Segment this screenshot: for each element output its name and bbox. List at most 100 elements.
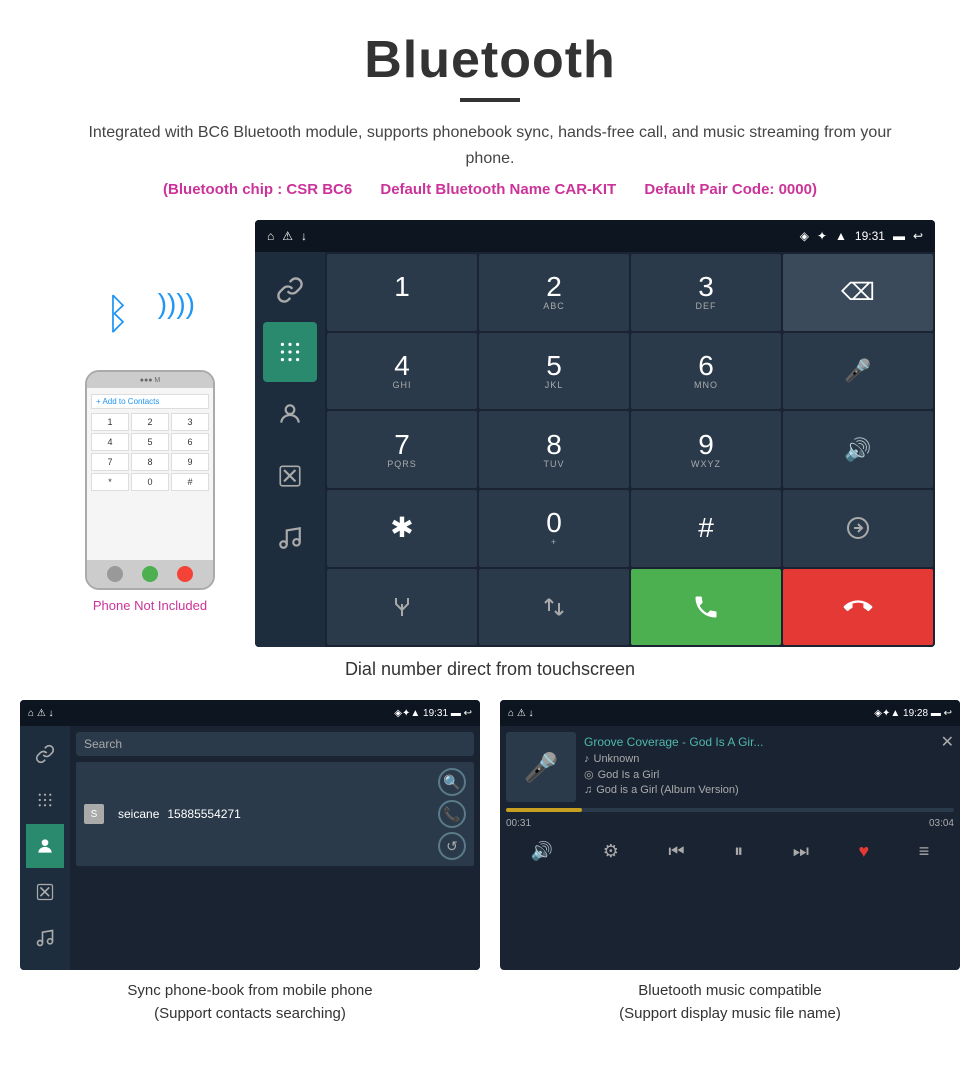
phone-bottom-bar — [87, 560, 213, 588]
phonebook-screen: ⌂ ⚠ ↓ ◈✦▲ 19:31 ▬ ↩ — [20, 700, 480, 970]
phone-top-bar: ●●● M — [87, 372, 213, 388]
dial-key-1[interactable]: 1 — [327, 254, 477, 331]
wifi-waves-icon: )))) — [158, 288, 195, 320]
music-caption: Bluetooth music compatible (Support disp… — [500, 980, 960, 1025]
bluetooth-icon-area: ᛒ )))) — [95, 280, 205, 360]
phonebook-action-icons: 🔍 📞 ↺ — [438, 768, 466, 860]
phonebook-content: Search S seicane 15885554271 🔍 📞 ↺ — [70, 726, 480, 970]
prev-btn[interactable]: ⏮ — [668, 841, 684, 862]
ms-status-right: ◈✦▲ 19:28 ▬ ↩ — [874, 708, 952, 719]
car-side-dialpad-btn[interactable] — [263, 322, 317, 382]
car-status-bar: ⌂ ⚠ ↓ ◈ ✦ ▲ 19:31 ▬ ↩ — [255, 220, 935, 252]
dial-key-transfer[interactable] — [783, 490, 933, 567]
dial-key-0[interactable]: 0 + — [479, 490, 629, 567]
pb-status-left: ⌂ ⚠ ↓ — [28, 708, 54, 719]
track-album-line: ◎ God Is a Girl — [584, 768, 933, 781]
phone-key-1: 1 — [91, 413, 129, 431]
phone-key-0: 0 — [131, 473, 169, 491]
phone-key-9: 9 — [171, 453, 209, 471]
volume-btn[interactable]: 🔊 — [531, 841, 553, 862]
spec-name: Default Bluetooth Name CAR-KIT — [380, 181, 616, 198]
dial-key-mute[interactable]: 🎤 — [783, 333, 933, 410]
dial-key-star[interactable]: ✱ — [327, 490, 477, 567]
dial-key-6[interactable]: 6 MNO — [631, 333, 781, 410]
time-row: 00:31 03:04 — [506, 818, 954, 829]
dial-key-volume[interactable]: 🔊 — [783, 411, 933, 488]
back-icon[interactable]: ↩ — [913, 229, 923, 243]
pb-contacts-btn[interactable] — [26, 824, 64, 868]
phone-keypad: 1 2 3 4 5 6 7 8 9 * 0 # — [91, 413, 209, 491]
phone-screen: + Add to Contacts 1 2 3 4 5 6 7 8 9 * 0 … — [87, 388, 213, 560]
dial-key-merge[interactable] — [327, 569, 477, 646]
dial-key-2[interactable]: 2 ABC — [479, 254, 629, 331]
equalizer-btn[interactable]: ⚙ — [603, 841, 619, 862]
music-controls: 🔊 ⚙ ⏮ ⏸ ⏭ ♥ ≡ — [506, 837, 954, 866]
title-divider — [460, 98, 520, 102]
dial-key-hash[interactable]: # — [631, 490, 781, 567]
call-contact-icon[interactable]: 📞 — [438, 800, 466, 828]
usb-icon: ↓ — [301, 229, 307, 243]
subtitle: Integrated with BC6 Bluetooth module, su… — [80, 120, 900, 171]
phonebook-sidebar — [20, 726, 70, 970]
playlist-btn[interactable]: ≡ — [919, 841, 930, 862]
dial-key-5[interactable]: 5 JKL — [479, 333, 629, 410]
phone-btn-camera — [107, 566, 123, 582]
dial-key-7[interactable]: 7 PQRS — [327, 411, 477, 488]
contact-initial: S — [84, 804, 104, 824]
favorite-btn[interactable]: ♥ — [858, 841, 869, 862]
play-pause-btn[interactable]: ⏸ — [734, 841, 743, 862]
search-contact-icon[interactable]: 🔍 — [438, 768, 466, 796]
pb-music-btn[interactable] — [26, 916, 64, 960]
pb-dialpad-btn[interactable] — [26, 778, 64, 822]
contact-info: S seicane 15885554271 — [84, 804, 438, 824]
progress-fill — [506, 808, 582, 812]
pb-link-btn[interactable] — [26, 732, 64, 776]
pb-recents-btn[interactable] — [26, 870, 64, 914]
phone-key-star: * — [91, 473, 129, 491]
car-side-music-btn[interactable] — [263, 508, 317, 568]
search-bar[interactable]: Search — [76, 732, 474, 756]
dial-key-4[interactable]: 4 GHI — [327, 333, 477, 410]
page-title: Bluetooth — [0, 0, 980, 98]
phone-not-included-label: Phone Not Included — [93, 598, 207, 613]
specs-line: (Bluetooth chip : CSR BC6 Default Blueto… — [0, 181, 980, 198]
dial-key-backspace[interactable]: ⌫ — [783, 254, 933, 331]
album-art: 🎤 — [506, 732, 576, 802]
phone-key-2: 2 — [131, 413, 169, 431]
car-main-area: 1 2 ABC 3 DEF ⌫ 4 GHI — [255, 252, 935, 647]
music-content: 🎤 Groove Coverage - God Is A Gir... ♪ Un… — [500, 726, 960, 872]
home-icon: ⌂ — [267, 229, 274, 243]
phone-btn-endcall — [177, 566, 193, 582]
contact-name: seicane — [118, 807, 159, 821]
contact-row[interactable]: S seicane 15885554271 🔍 📞 ↺ — [76, 762, 474, 866]
next-btn[interactable]: ⏭ — [793, 841, 809, 862]
track-info: Groove Coverage - God Is A Gir... ♪ Unkn… — [576, 735, 941, 799]
main-screen-row: ᛒ )))) ●●● M + Add to Contacts 1 2 3 4 5… — [0, 220, 980, 647]
battery-icon: ▬ — [893, 229, 905, 243]
phone-key-hash: # — [171, 473, 209, 491]
bluetooth-symbol-icon: ᛒ — [105, 290, 130, 338]
phone-mockup: ●●● M + Add to Contacts 1 2 3 4 5 6 7 8 … — [85, 370, 215, 590]
phone-add-contact-label: + Add to Contacts — [91, 394, 209, 409]
artist-icon: ♪ — [584, 753, 590, 765]
phonebook-main: Search S seicane 15885554271 🔍 📞 ↺ — [20, 726, 480, 970]
car-side-contacts-btn[interactable] — [263, 384, 317, 444]
dial-key-9[interactable]: 9 WXYZ — [631, 411, 781, 488]
phone-key-5: 5 — [131, 433, 169, 451]
phone-key-8: 8 — [131, 453, 169, 471]
car-unit-screen: ⌂ ⚠ ↓ ◈ ✦ ▲ 19:31 ▬ ↩ — [255, 220, 935, 647]
phone-key-3: 3 — [171, 413, 209, 431]
music-close-btn[interactable]: ✕ — [941, 732, 954, 752]
bottom-row: ⌂ ⚠ ↓ ◈✦▲ 19:31 ▬ ↩ — [0, 700, 980, 1025]
dial-key-call-green[interactable] — [631, 569, 781, 646]
dial-key-8[interactable]: 8 TUV — [479, 411, 629, 488]
dial-key-3[interactable]: 3 DEF — [631, 254, 781, 331]
gps-icon: ◈ — [800, 229, 809, 243]
car-side-recents-btn[interactable] — [263, 446, 317, 506]
car-side-link-btn[interactable] — [263, 260, 317, 320]
dial-key-call-red[interactable] — [783, 569, 933, 646]
phonebook-caption: Sync phone-book from mobile phone (Suppo… — [20, 980, 480, 1025]
refresh-contact-icon[interactable]: ↺ — [438, 832, 466, 860]
dial-key-swap[interactable] — [479, 569, 629, 646]
dialpad-area: 1 2 ABC 3 DEF ⌫ 4 GHI — [325, 252, 935, 647]
